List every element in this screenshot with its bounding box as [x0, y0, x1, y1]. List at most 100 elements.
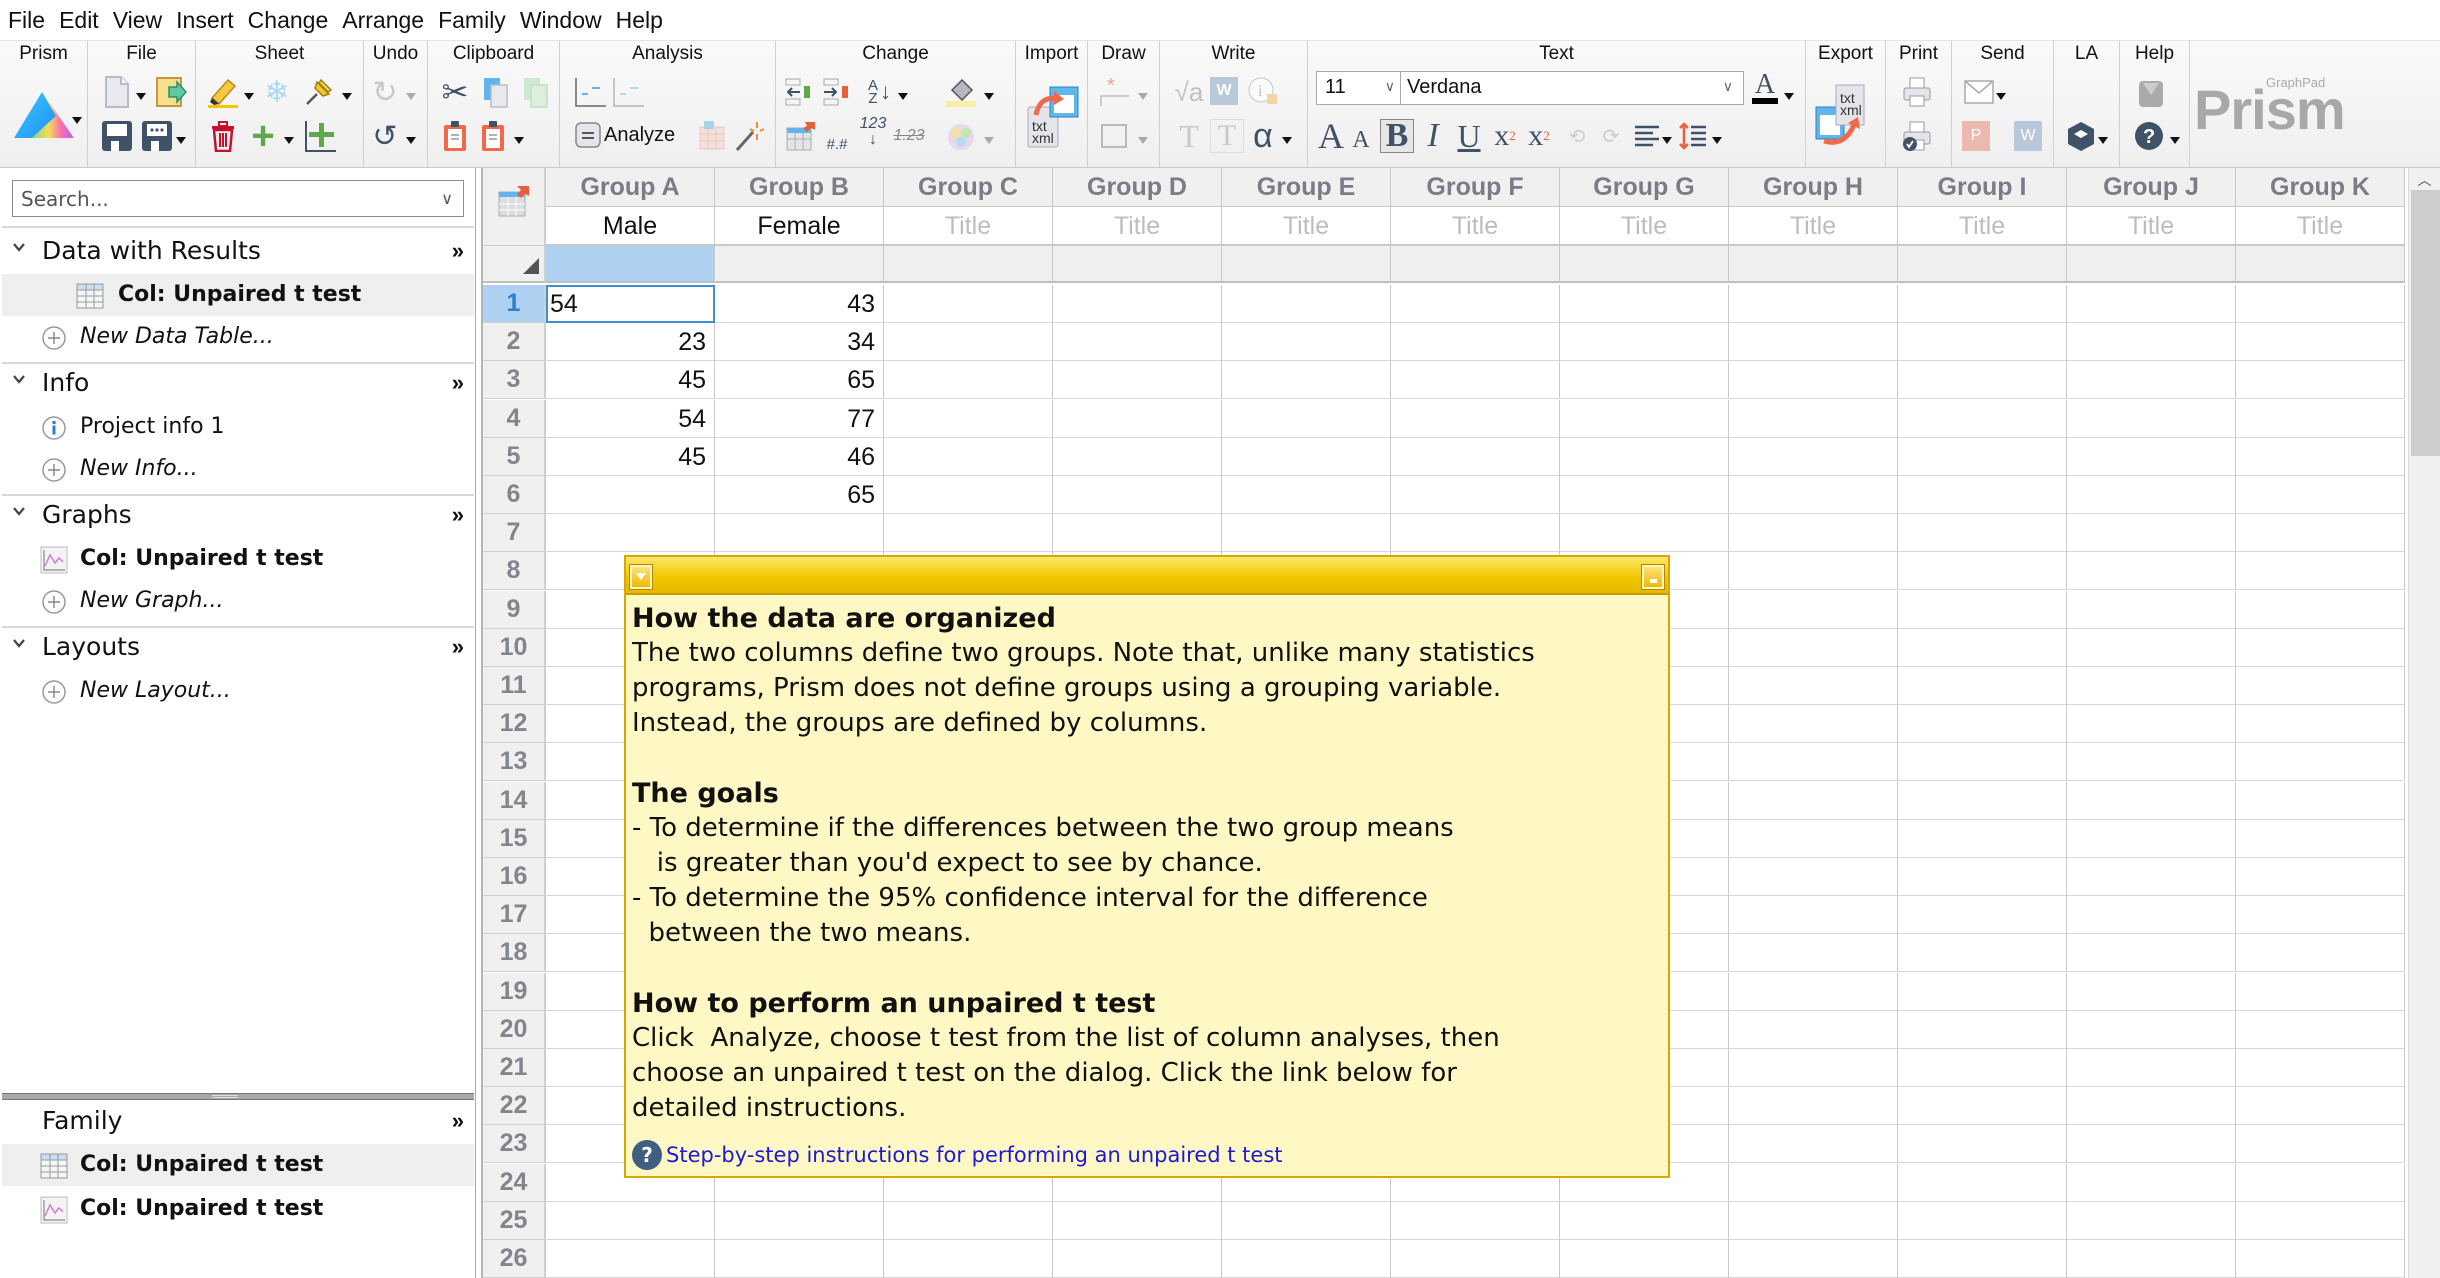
row-number[interactable]: 10	[483, 628, 546, 667]
highlight-caret-icon[interactable]	[244, 93, 254, 100]
data-cell[interactable]	[2236, 705, 2405, 744]
data-cell[interactable]	[1729, 1240, 1898, 1278]
data-cell[interactable]	[2236, 1125, 2405, 1164]
data-cell[interactable]: 43	[715, 285, 884, 323]
collapse-chevron-icon[interactable]	[12, 372, 26, 386]
row-number[interactable]: 12	[483, 705, 546, 744]
underline-button[interactable]: U	[1452, 118, 1486, 154]
data-cell[interactable]	[1053, 1240, 1222, 1278]
data-cell[interactable]	[1053, 476, 1222, 514]
data-cell[interactable]	[1222, 323, 1391, 362]
import-data-icon[interactable]: txt xml	[1024, 81, 1082, 151]
scroll-up-icon[interactable]: ︿	[2409, 168, 2440, 190]
column-group-header[interactable]: Group G	[1560, 168, 1729, 207]
magic-wand-icon[interactable]	[732, 119, 766, 153]
nav-item-data-table[interactable]: Col: Unpaired t test	[2, 274, 474, 316]
scroll-thumb[interactable]	[2411, 190, 2440, 456]
data-cell[interactable]	[1729, 628, 1898, 667]
active-data-cell[interactable]: 54	[546, 285, 715, 323]
data-cell[interactable]	[1729, 285, 1898, 323]
change-table-format-icon[interactable]	[784, 119, 818, 153]
family-item-data-table[interactable]: Col: Unpaired t test	[2, 1144, 474, 1186]
help-icon[interactable]: ?	[2132, 119, 2166, 153]
export-icon[interactable]: txt xml	[1814, 81, 1878, 151]
fill-color-icon[interactable]	[944, 75, 978, 109]
row-number[interactable]: 19	[483, 972, 546, 1011]
data-cell[interactable]	[1898, 896, 2067, 935]
word-object-icon[interactable]: W	[1210, 77, 1238, 105]
data-cell[interactable]	[1729, 819, 1898, 858]
data-cell[interactable]	[1729, 858, 1898, 896]
greek-symbol-icon[interactable]: α	[1246, 117, 1280, 155]
column-title-cell[interactable]: Title	[1729, 207, 1898, 246]
data-cell[interactable]	[1222, 476, 1391, 514]
data-cell[interactable]	[1729, 437, 1898, 476]
move-column-right-icon[interactable]	[822, 75, 856, 109]
save-as-caret-icon[interactable]	[176, 137, 186, 144]
row-number[interactable]: 16	[483, 858, 546, 896]
data-cell[interactable]	[1898, 399, 2067, 438]
data-cell[interactable]	[1222, 361, 1391, 400]
data-cell[interactable]	[2067, 476, 2236, 514]
search-input[interactable]	[13, 181, 413, 216]
row-number[interactable]: 23	[483, 1125, 546, 1164]
navigator-search[interactable]: ∨	[12, 180, 464, 217]
note-menu-button[interactable]	[629, 564, 653, 590]
column-group-header[interactable]: Group C	[884, 168, 1053, 207]
data-cell[interactable]	[1560, 476, 1729, 514]
greek-caret-icon[interactable]	[1282, 137, 1292, 144]
data-cell[interactable]	[1729, 514, 1898, 553]
search-chevron-icon[interactable]: ∨	[441, 189, 453, 209]
redo-caret-icon[interactable]	[406, 93, 416, 100]
data-cell[interactable]	[1729, 934, 1898, 973]
data-cell[interactable]	[884, 361, 1053, 400]
pin-icon[interactable]	[302, 75, 336, 109]
data-cell[interactable]	[2236, 552, 2405, 591]
data-cell[interactable]	[2067, 1010, 2236, 1049]
splitter-grip[interactable]	[212, 1095, 238, 1098]
insert-info-icon[interactable]: i	[1246, 75, 1280, 109]
column-group-header[interactable]: Group A	[546, 168, 715, 207]
step-by-step-link-text[interactable]: Step-by-step instructions for performing…	[666, 1143, 1283, 1167]
data-cell[interactable]	[2067, 781, 2236, 820]
data-cell[interactable]	[1898, 323, 2067, 362]
email-caret-icon[interactable]	[1996, 93, 2006, 100]
nav-item-new-layout[interactable]: New Layout...	[2, 670, 474, 712]
cut-icon[interactable]: ✂	[438, 74, 472, 110]
column-group-header[interactable]: Group I	[1898, 168, 2067, 207]
redo-icon[interactable]: ↻	[368, 75, 402, 109]
row-number[interactable]: 1	[483, 285, 546, 323]
menu-window[interactable]: Window	[520, 7, 602, 34]
data-cell[interactable]	[1898, 858, 2067, 896]
row-number[interactable]: 6	[483, 476, 546, 514]
data-cell[interactable]	[2067, 1087, 2236, 1126]
data-cell[interactable]	[2236, 628, 2405, 667]
data-cell[interactable]	[2236, 667, 2405, 705]
data-cell[interactable]	[1898, 476, 2067, 514]
data-cell[interactable]	[2067, 361, 2236, 400]
data-cell[interactable]	[2236, 514, 2405, 553]
help-caret-icon[interactable]	[2170, 137, 2180, 144]
data-cell[interactable]	[1729, 1010, 1898, 1049]
data-cell[interactable]	[546, 1240, 715, 1278]
analyze-button[interactable]: Analyze	[574, 121, 675, 149]
data-cell[interactable]	[2236, 972, 2405, 1011]
data-cell[interactable]	[715, 1240, 884, 1278]
color-scheme-icon[interactable]	[944, 119, 978, 153]
highlight-icon[interactable]	[206, 75, 240, 109]
delete-sheet-icon[interactable]	[206, 119, 240, 153]
data-cell[interactable]	[2067, 667, 2236, 705]
data-cell[interactable]	[884, 399, 1053, 438]
increase-font-icon[interactable]: A	[1314, 116, 1348, 156]
sort-caret-icon[interactable]	[898, 93, 908, 100]
data-cell[interactable]	[2067, 552, 2236, 591]
data-cell[interactable]	[1729, 1087, 1898, 1126]
data-cell[interactable]	[2067, 628, 2236, 667]
save-icon[interactable]	[100, 119, 134, 153]
data-cell[interactable]	[2067, 590, 2236, 629]
data-cell[interactable]	[1898, 514, 2067, 553]
data-cell[interactable]	[1222, 1201, 1391, 1240]
data-cell[interactable]	[1391, 361, 1560, 400]
draw-line-caret-icon[interactable]	[1138, 93, 1148, 100]
data-cell[interactable]	[2236, 819, 2405, 858]
